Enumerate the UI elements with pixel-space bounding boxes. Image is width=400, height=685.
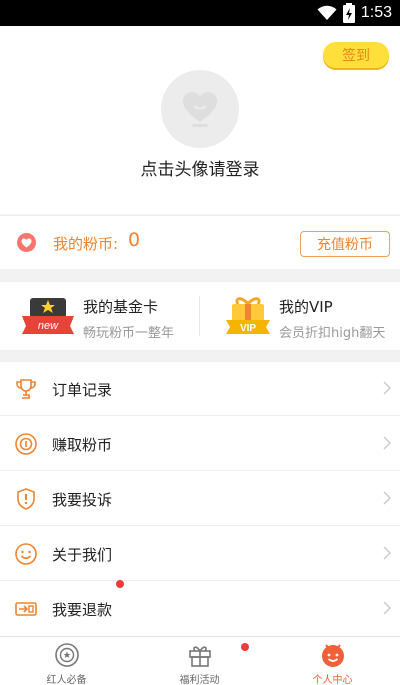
- menu-item-label: 我要投诉: [52, 491, 113, 509]
- vip-badge-text: VIP: [240, 323, 256, 334]
- fund-card-subtitle: 畅玩粉币一整年: [83, 326, 175, 341]
- chevron-right-icon: [383, 601, 392, 615]
- menu-item-label: 关于我们: [52, 546, 113, 564]
- menu-item-orders[interactable]: 订单记录: [0, 362, 400, 416]
- fund-card-title: 我的基金卡: [83, 298, 159, 316]
- vip-card[interactable]: VIP 我的VIP 会员折扣high翻天: [200, 282, 400, 350]
- new-badge-icon: new: [22, 298, 74, 334]
- notification-dot: [241, 643, 249, 651]
- vip-gift-icon: VIP: [226, 297, 270, 334]
- tab-welfare[interactable]: 福利活动: [133, 637, 266, 685]
- cards-row: new 我的基金卡 畅玩粉币一整年 VIP 我的VIP 会员折扣high翻天: [0, 282, 400, 350]
- vip-card-subtitle: 会员折扣high翻天: [279, 326, 386, 341]
- badge-icon: [55, 643, 79, 667]
- menu-item-earn-coins[interactable]: 赚取粉币: [0, 417, 400, 471]
- fund-card[interactable]: new 我的基金卡 畅玩粉币一整年: [0, 282, 199, 350]
- battery-charging-icon: [342, 3, 355, 23]
- vip-card-title: 我的VIP: [279, 298, 333, 316]
- chevron-right-icon: [383, 491, 392, 505]
- tab-hot-essentials[interactable]: 红人必备: [0, 637, 133, 685]
- new-badge-text: new: [38, 320, 59, 332]
- coins-row: 我的粉币: 0 充值粉币: [0, 215, 400, 269]
- checkin-button[interactable]: 签到: [323, 42, 389, 68]
- chevron-right-icon: [383, 546, 392, 560]
- refund-icon: [15, 602, 37, 616]
- trophy-icon: [16, 379, 36, 399]
- profile-header: 签到 点击头像请登录: [0, 26, 400, 214]
- coins-label: 我的粉币:: [53, 235, 119, 253]
- tab-label: 福利活动: [179, 675, 220, 685]
- menu-item-refund[interactable]: 我要退款: [0, 580, 400, 636]
- bottom-tab-bar: 红人必备 福利活动 个人中心: [0, 636, 400, 685]
- menu-list: 订单记录 赚取粉币 我要投诉 关于我们 我要退款: [0, 362, 400, 636]
- recharge-button[interactable]: 充值粉币: [300, 231, 390, 257]
- menu-item-label: 赚取粉币: [52, 436, 113, 454]
- tab-label: 个人中心: [312, 675, 353, 685]
- wifi-icon: [317, 5, 337, 20]
- smile-icon: [15, 543, 37, 565]
- tab-personal-center[interactable]: 个人中心: [266, 637, 400, 685]
- chevron-right-icon: [383, 436, 392, 450]
- heart-coin-icon: [17, 233, 36, 252]
- avatar[interactable]: [161, 70, 239, 148]
- menu-item-complaint[interactable]: 我要投诉: [0, 472, 400, 526]
- status-time: 1:53: [360, 4, 392, 21]
- tab-label: 红人必备: [46, 675, 87, 685]
- coin-icon: [15, 433, 37, 455]
- menu-item-label: 我要退款: [52, 601, 113, 619]
- menu-item-about[interactable]: 关于我们: [0, 527, 400, 581]
- login-prompt[interactable]: 点击头像请登录: [0, 155, 400, 180]
- gift-icon: [189, 646, 211, 667]
- status-bar: 1:53: [0, 0, 400, 26]
- heart-face-icon: [183, 92, 217, 127]
- notification-dot: [116, 580, 124, 588]
- shield-icon: [17, 488, 35, 510]
- person-icon: [322, 644, 344, 667]
- menu-item-label: 订单记录: [52, 381, 113, 399]
- coins-value: 0: [128, 229, 141, 251]
- chevron-right-icon: [383, 381, 392, 395]
